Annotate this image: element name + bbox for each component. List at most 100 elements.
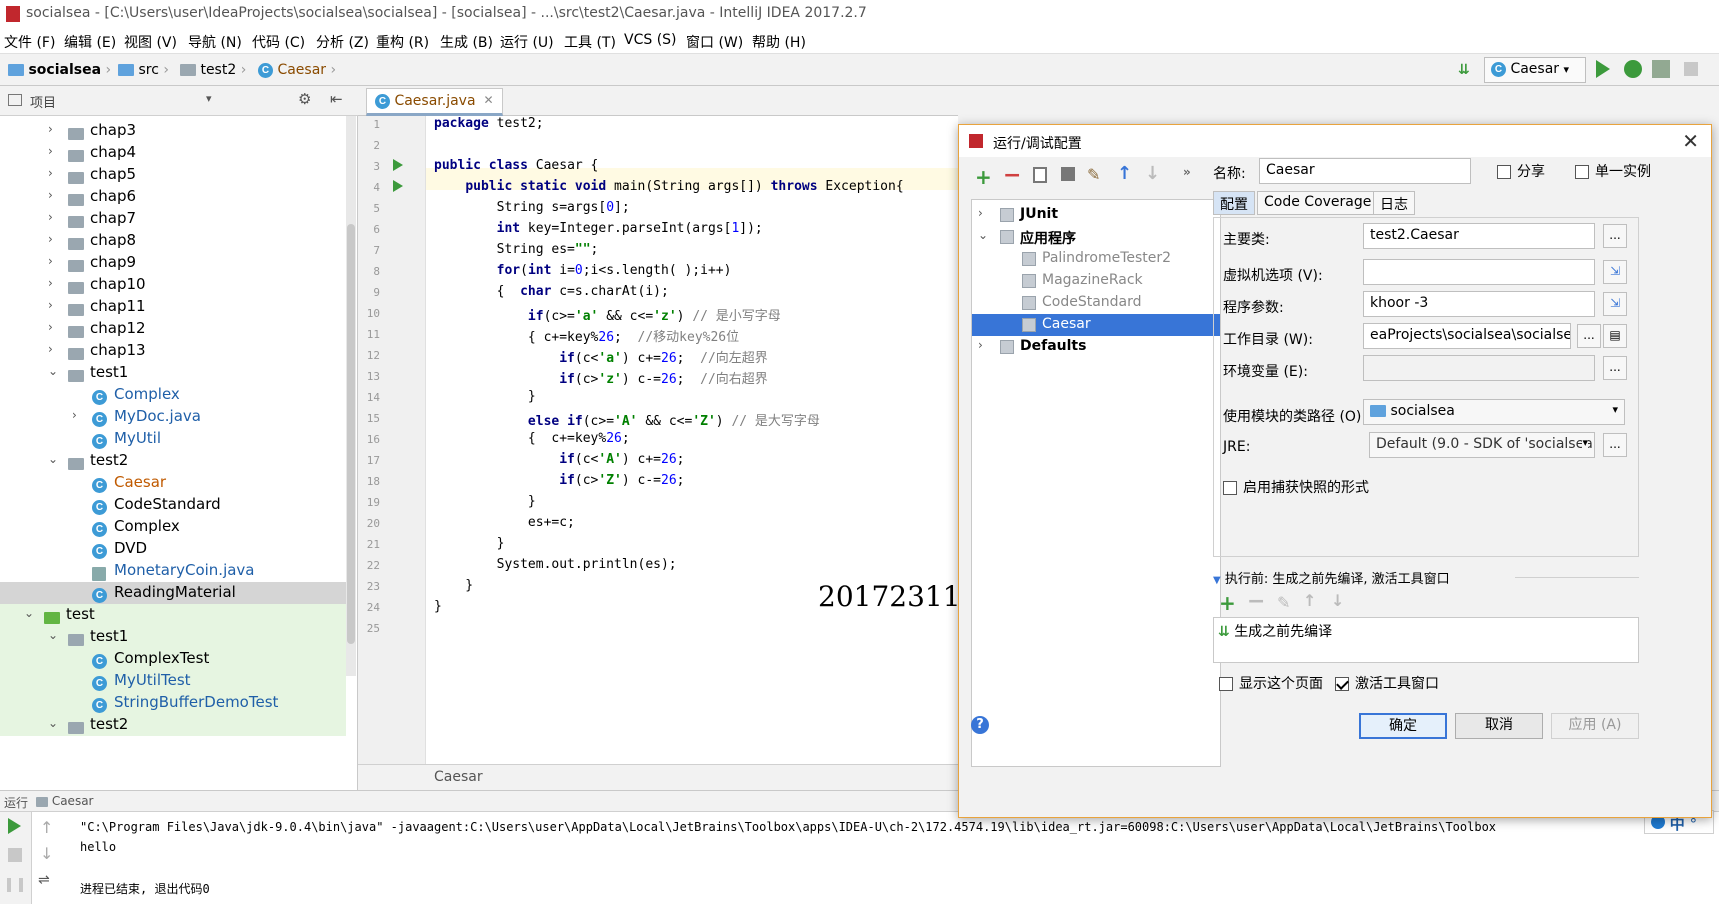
menu-item[interactable]: 视图 (V) (124, 32, 177, 52)
cancel-button[interactable]: 取消 (1455, 713, 1543, 739)
run-icon[interactable] (1596, 60, 1610, 78)
close-icon[interactable]: ✕ (484, 93, 494, 107)
chevron-right-icon[interactable]: › (48, 232, 53, 246)
env-field[interactable] (1363, 355, 1595, 381)
chevron-right-icon[interactable]: › (978, 338, 983, 352)
view-dropdown-icon[interactable]: ▾ (206, 92, 212, 105)
tree-item[interactable]: C CodeStandard (0, 494, 346, 516)
menu-item[interactable]: VCS (S) (624, 32, 677, 48)
project-scrollbar[interactable] (346, 116, 356, 676)
tree-item[interactable]: C Caesar (0, 472, 346, 494)
tree-item[interactable]: ⌄ test2 (0, 450, 346, 472)
config-tree-item[interactable]: CodeStandard (972, 292, 1220, 314)
run-main-icon[interactable] (393, 180, 403, 192)
soft-wrap-icon[interactable]: ⇌ (38, 872, 50, 888)
run-config-select[interactable]: C Caesar ▾ (1484, 57, 1586, 83)
chevron-right-icon[interactable]: › (48, 144, 53, 158)
menu-item[interactable]: 文件 (F) (4, 32, 55, 52)
apply-button[interactable]: 应用 (A) (1551, 713, 1639, 739)
share-checkbox[interactable]: 分享 (1497, 161, 1545, 181)
tree-item[interactable]: › chap4 (0, 142, 346, 164)
tree-item[interactable]: C Complex (0, 384, 346, 406)
tree-item[interactable]: C DVD (0, 538, 346, 560)
vm-options-field[interactable] (1363, 259, 1595, 285)
expand-vm-icon[interactable]: ⇲ (1603, 260, 1627, 284)
share-check[interactable] (1497, 165, 1511, 179)
menu-item[interactable]: 代码 (C) (252, 32, 305, 52)
down-arrow-icon[interactable]: ↓ (40, 844, 53, 863)
remove-task-icon[interactable]: − (1247, 589, 1265, 614)
chevron-down-icon[interactable]: ⌄ (48, 716, 58, 730)
stop-icon[interactable] (1684, 62, 1698, 76)
menu-item[interactable]: 运行 (U) (500, 32, 554, 52)
before-launch-title[interactable]: ▼ 执行前: 生成之前先编译, 激活工具窗口 (1213, 568, 1450, 587)
workdir-field[interactable]: eaProjects\socialsea\socialsea (1363, 323, 1571, 349)
tree-item[interactable]: C ReadingMaterial (0, 582, 346, 604)
macro-icon[interactable]: ▤ (1603, 324, 1627, 348)
rerun-icon[interactable] (8, 818, 21, 834)
tree-item[interactable]: › C MyDoc.java (0, 406, 346, 428)
tree-item[interactable]: ⌄ test1 (0, 362, 346, 384)
config-tree-item[interactable]: Caesar (972, 314, 1220, 336)
chevron-down-icon[interactable]: ⌄ (24, 606, 34, 620)
menu-item[interactable]: 生成 (B) (440, 32, 493, 52)
tree-item[interactable]: › chap5 (0, 164, 346, 186)
menu-item[interactable]: 编辑 (E) (64, 32, 116, 52)
menu-item[interactable]: 重构 (R) (376, 32, 429, 52)
breadcrumb-package[interactable]: test2 › (180, 62, 246, 78)
breadcrumb-class[interactable]: C Caesar › (258, 62, 336, 78)
activate-window-check[interactable] (1335, 677, 1349, 691)
build-icon[interactable]: ⇊ (1458, 62, 1470, 78)
code-editor[interactable]: 1 2 3 4 5 6 7 8 9 10 11 12 13 14 15 16 17 18 19 20 21 22 23 24 2… (358, 116, 958, 764)
module-select[interactable]: socialsea ▾ (1363, 399, 1625, 425)
chevron-right-icon[interactable]: › (48, 276, 53, 290)
menu-item[interactable]: 帮助 (H) (752, 32, 806, 52)
expand-args-icon[interactable]: ⇲ (1603, 292, 1627, 316)
up-arrow-icon[interactable]: ↑ (40, 818, 53, 837)
debug-icon[interactable] (1624, 60, 1642, 78)
edit-task-icon[interactable]: ✎ (1277, 593, 1290, 612)
move-task-down-icon[interactable]: ↓ (1331, 591, 1344, 610)
save-icon[interactable] (1061, 167, 1075, 181)
program-args-field[interactable]: khoor -3 (1363, 291, 1595, 317)
menu-item[interactable]: 分析 (Z) (316, 32, 369, 52)
tree-item[interactable]: C MyUtilTest (0, 670, 346, 692)
help-icon[interactable]: ? (971, 716, 989, 734)
run-class-icon[interactable] (393, 159, 403, 171)
tree-item[interactable]: MonetaryCoin.java (0, 560, 346, 582)
add-task-icon[interactable]: + (1219, 591, 1236, 615)
chevron-right-icon[interactable]: › (48, 188, 53, 202)
tree-item[interactable]: C MyUtil (0, 428, 346, 450)
snapshot-checkbox[interactable]: 启用捕获快照的形式 (1223, 477, 1369, 497)
name-field[interactable]: Caesar (1259, 158, 1471, 184)
chevron-right-icon[interactable]: › (48, 320, 53, 334)
more-icon[interactable]: » (1183, 165, 1191, 179)
browse-workdir-button[interactable]: ... (1577, 324, 1601, 348)
chevron-down-icon[interactable]: ⌄ (48, 628, 58, 642)
config-tree-item[interactable]: MagazineRack (972, 270, 1220, 292)
chevron-right-icon[interactable]: › (48, 254, 53, 268)
tree-item[interactable]: C Complex (0, 516, 346, 538)
tree-item[interactable]: ⌄ test (0, 604, 346, 626)
chevron-down-icon[interactable]: ⌄ (48, 452, 58, 466)
tab-caesar-java[interactable]: C Caesar.java ✕ (366, 88, 503, 116)
browse-env-button[interactable]: ... (1603, 356, 1627, 380)
breadcrumb-project[interactable]: socialsea › (8, 62, 111, 78)
tree-item[interactable]: › chap11 (0, 296, 346, 318)
tree-item[interactable]: › chap8 (0, 230, 346, 252)
tree-item[interactable]: › chap9 (0, 252, 346, 274)
tab-code-coverage[interactable]: Code Coverage (1257, 191, 1379, 215)
menu-item[interactable]: 窗口 (W) (686, 32, 743, 52)
move-task-up-icon[interactable]: ↑ (1303, 591, 1316, 610)
run-tab[interactable]: Caesar (36, 794, 93, 808)
stop-icon[interactable] (8, 848, 22, 862)
tab-config[interactable]: 配置 (1213, 191, 1255, 215)
chevron-right-icon[interactable]: › (48, 298, 53, 312)
breadcrumb-src[interactable]: src › (118, 62, 169, 78)
config-tree-item[interactable]: › JUnit (972, 204, 1220, 226)
config-tree-item[interactable]: PalindromeTester2 (972, 248, 1220, 270)
move-up-icon[interactable]: ↑ (1117, 163, 1132, 184)
single-check[interactable] (1575, 165, 1589, 179)
single-instance-checkbox[interactable]: 单一实例 (1575, 161, 1651, 181)
config-tree-item[interactable]: › Defaults (972, 336, 1220, 358)
